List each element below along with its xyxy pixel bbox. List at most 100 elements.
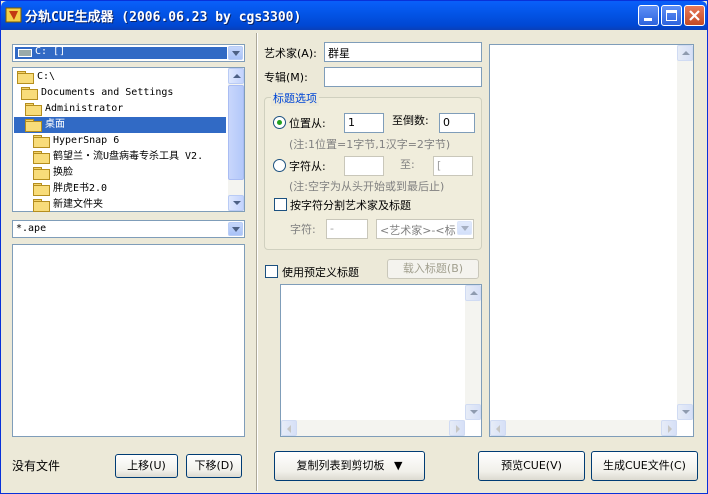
scroll-left-button[interactable] [281,420,297,436]
app-window: 分轨CUE生成器 (2006.06.23 by cgs3300) C: [] C… [0,0,708,494]
title-options-legend: 标题选项 [271,90,319,106]
predefined-label: 使用预定义标题 [282,266,359,279]
titles-vscroll[interactable] [465,285,481,420]
open-folder-icon [25,102,42,116]
app-icon [5,7,22,23]
char-note: (注:空字为从头开始或到最后止) [289,180,445,193]
minimize-button[interactable] [638,5,659,26]
title-bar[interactable]: 分轨CUE生成器 (2006.06.23 by cgs3300) [1,1,707,30]
chevron-down-icon[interactable] [457,221,472,235]
position-from-input[interactable]: 1 [344,113,384,133]
tree-item[interactable]: 新建文件夹 [33,197,103,213]
open-folder-icon [25,118,42,132]
folder-icon [33,166,50,180]
drive-select[interactable]: C: [] [12,44,245,62]
char-label: 字符从: [289,160,326,173]
preview-cue-button[interactable]: 预览CUE(V) [478,451,585,481]
order-select-value: <艺术家>-<标 [380,224,456,237]
maximize-button[interactable] [661,5,682,26]
file-list[interactable] [12,244,245,437]
tree-item-label: 桌面 [45,119,65,130]
folder-icon [33,182,50,196]
cue-preview-box[interactable] [489,44,694,437]
scroll-thumb[interactable] [228,85,244,180]
move-up-button[interactable]: 上移(U) [115,454,178,478]
scroll-up-button[interactable] [465,285,481,301]
tree-item[interactable]: 鹤望兰・流U盘病毒专杀工具 V2. [33,149,203,165]
predefined-checkbox[interactable] [265,265,278,278]
copy-button-label: 复制列表到剪切板 [296,459,385,472]
copy-to-clipboard-button[interactable]: 复制列表到剪切板 ▼ [274,451,425,481]
reverse-input[interactable]: 0 [439,113,475,133]
tree-item-label: 新建文件夹 [53,199,103,210]
file-filter-select[interactable]: *.ape [12,220,245,238]
scroll-down-button[interactable] [228,195,244,211]
tree-item[interactable]: 换脸 [33,165,73,181]
close-icon [689,10,700,21]
panel-divider-highlight [257,33,258,491]
tree-scrollbar[interactable] [228,68,244,211]
file-filter-value: *.ape [16,223,47,234]
scroll-up-button[interactable] [228,68,244,84]
folder-icon [33,150,50,164]
scroll-right-button[interactable] [449,420,465,436]
drive-icon [18,49,32,57]
chevron-down-icon[interactable] [228,222,243,236]
char-field-input[interactable]: - [326,219,368,239]
tree-item[interactable]: 桌面 [14,117,226,133]
split-checkbox[interactable] [274,198,287,211]
position-radio[interactable] [273,116,286,129]
scroll-up-button[interactable] [677,45,693,61]
minimize-icon [644,18,652,21]
titles-hscroll[interactable] [281,420,465,436]
predefined-titles-box[interactable] [280,284,482,437]
window-title: 分轨CUE生成器 (2006.06.23 by cgs3300) [25,10,302,25]
open-folder-icon [17,70,34,84]
tree-item[interactable]: Administrator [25,101,123,117]
preview-hscroll[interactable] [490,420,677,436]
move-down-button[interactable]: 下移(D) [186,454,242,478]
tree-item-label: HyperSnap 6 [53,135,120,146]
char-radio[interactable] [273,159,286,172]
drive-select-value: C: [] [35,46,66,57]
tree-item-label: 胖虎E书2.0 [53,183,108,194]
artist-input[interactable]: 群星 [324,42,482,62]
folder-icon [33,134,50,148]
tree-item-label: 鹤望兰・流U盘病毒专杀工具 V2. [53,151,204,162]
tree-item[interactable]: C:\ [17,69,55,85]
folder-tree[interactable]: C:\ Documents and Settings Administrator 桌面… [12,67,245,212]
open-folder-icon [21,86,38,100]
artist-label: 艺术家(A): [264,47,317,60]
generate-cue-button[interactable]: 生成CUE文件(C) [591,451,698,481]
tree-item[interactable]: HyperSnap 6 [33,133,119,149]
scroll-down-button[interactable] [677,404,693,420]
tree-item-label: C:\ [37,71,56,82]
position-label: 位置从: [289,117,326,130]
scroll-left-button[interactable] [490,420,506,436]
album-input[interactable] [324,67,482,87]
tree-item-label: Administrator [45,103,124,114]
tree-item[interactable]: 胖虎E书2.0 [33,181,107,197]
scroll-down-button[interactable] [465,404,481,420]
tree-item-label: 换脸 [53,167,73,178]
char-to-label: 至: [400,158,415,171]
order-select[interactable]: <艺术家>-<标 [376,219,474,239]
album-label: 专辑(M): [264,71,308,84]
char-field-label: 字符: [290,223,316,236]
file-status: 没有文件 [12,459,61,473]
load-title-button[interactable]: 载入标题(B) [387,259,479,279]
reverse-label: 至倒数: [392,114,429,127]
split-label: 按字符分割艺术家及标题 [290,199,411,212]
folder-icon [33,198,50,212]
tree-item-label: Documents and Settings [41,87,174,98]
close-button[interactable] [684,5,705,26]
dropdown-arrow-icon: ▼ [394,459,403,472]
char-from-input[interactable] [344,156,384,176]
tree-item[interactable]: Documents and Settings [21,85,173,101]
maximize-icon [666,10,677,21]
char-to-input[interactable]: [ [433,156,473,176]
preview-vscroll[interactable] [677,45,693,420]
scroll-right-button[interactable] [661,420,677,436]
chevron-down-icon[interactable] [228,46,243,60]
position-note: (注:1位置=1字节,1汉字=2字节) [289,138,451,151]
